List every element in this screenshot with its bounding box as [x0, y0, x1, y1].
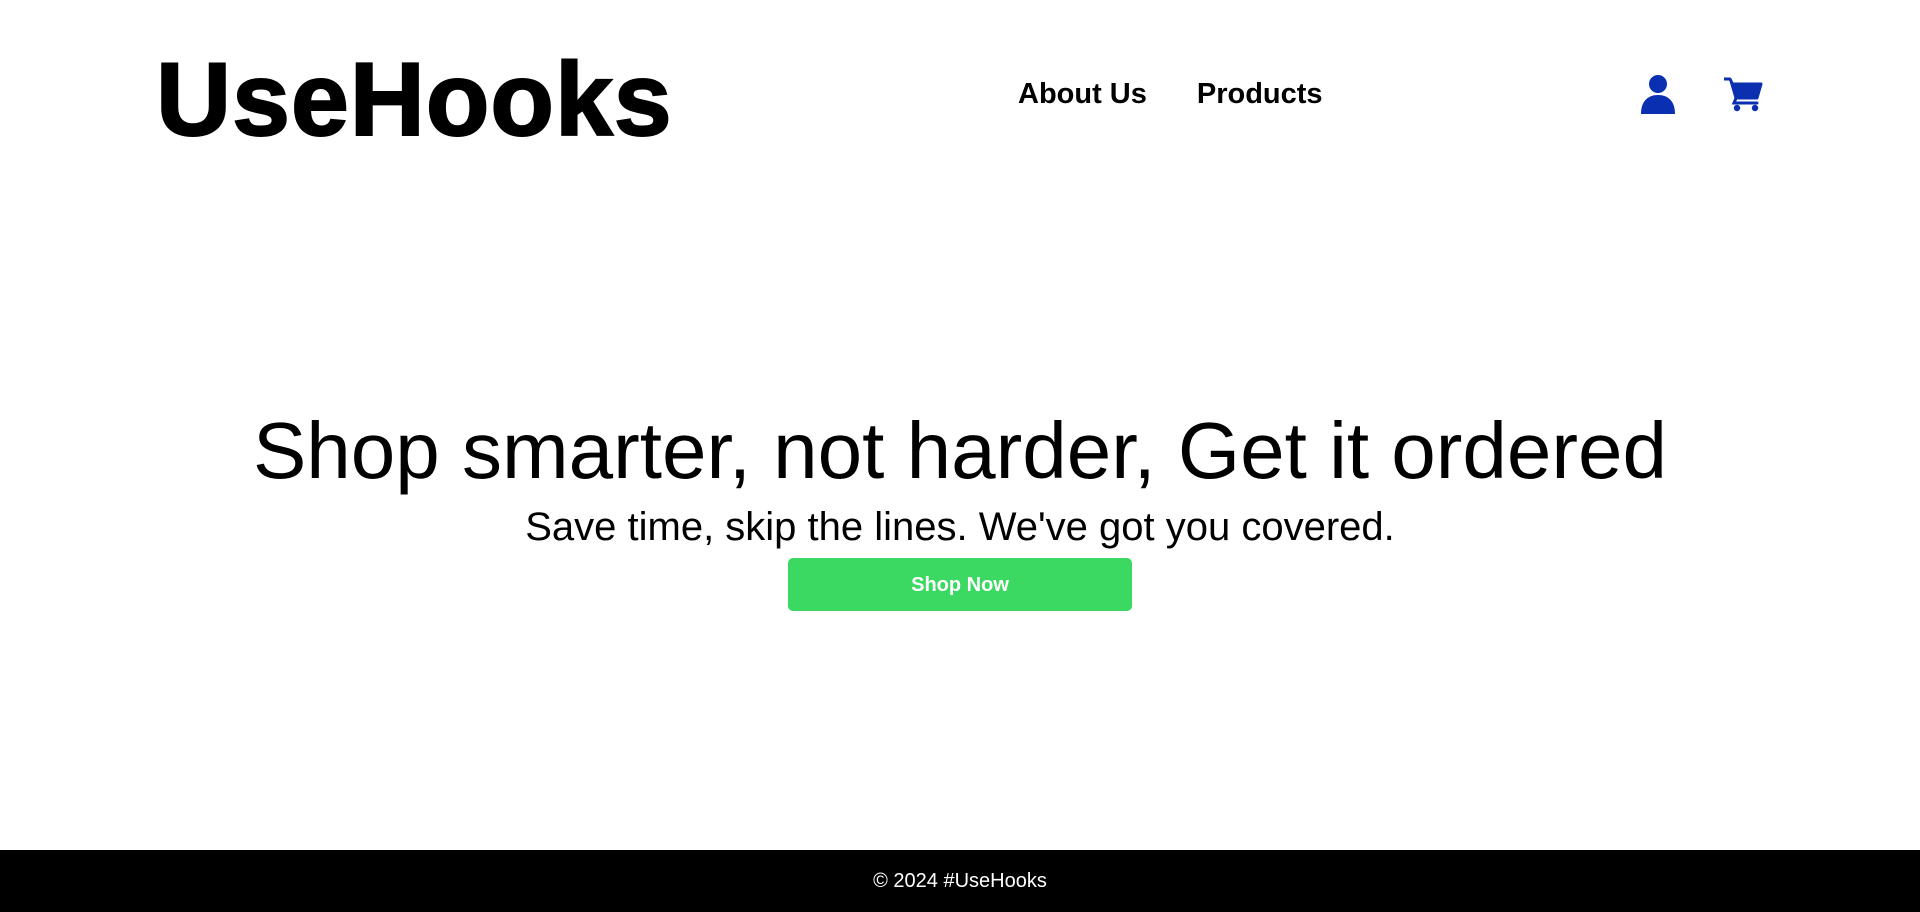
user-icon: [1641, 75, 1675, 114]
brand-logo[interactable]: UseHooks: [155, 43, 673, 157]
user-account-button[interactable]: [1638, 70, 1678, 118]
hero-subtitle: Save time, skip the lines. We've got you…: [525, 505, 1395, 549]
nav-products-link[interactable]: Products: [1197, 74, 1323, 114]
main-nav: About Us Products: [1018, 74, 1323, 114]
footer-copyright: © 2024 #UseHooks: [873, 870, 1047, 892]
header-icons: [1638, 70, 1763, 118]
cart-icon: [1724, 77, 1763, 112]
site-header: UseHooks About Us Products: [0, 0, 1920, 190]
hero-title: Shop smarter, not harder, Get it ordered: [252, 406, 1668, 495]
site-footer: © 2024 #UseHooks: [0, 850, 1920, 912]
page: UseHooks About Us Products Shop smarter,…: [0, 0, 1920, 912]
shop-now-button[interactable]: Shop Now: [788, 558, 1132, 611]
hero-section: Shop smarter, not harder, Get it ordered…: [0, 400, 1920, 611]
nav-about-us-link[interactable]: About Us: [1018, 74, 1147, 114]
cart-button[interactable]: [1723, 70, 1763, 118]
